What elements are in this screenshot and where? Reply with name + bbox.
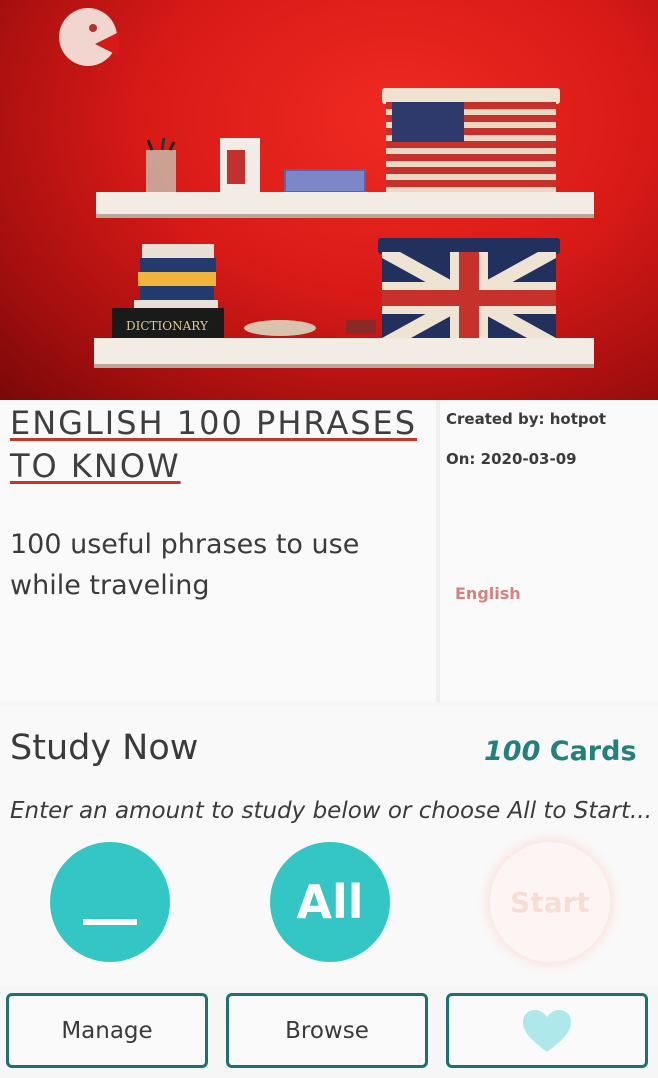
postcard [220, 138, 260, 192]
heart-icon [523, 1009, 571, 1052]
card-count-number: 100 [484, 736, 541, 767]
favorite-button[interactable] [446, 993, 648, 1068]
study-now-heading: Study Now [10, 728, 199, 768]
book-spine-text: DICTIONARY [126, 319, 209, 333]
amount-placeholder-dash [83, 919, 137, 925]
study-all-button[interactable]: All [270, 842, 390, 962]
small-box [346, 320, 376, 334]
upper-shelf [96, 192, 594, 216]
study-amount-input[interactable] [50, 842, 170, 962]
study-hint: Enter an amount to study below or choose… [10, 798, 652, 824]
logo-icon [59, 8, 119, 66]
start-button[interactable]: Start [490, 842, 610, 962]
union-jack-box [378, 238, 560, 344]
american-flag-box [382, 88, 560, 192]
study-section: Study Now 100 Cards Enter an amount to s… [0, 706, 658, 986]
book-stack: DICTIONARY [112, 244, 224, 338]
deck-cover-image: DICTIONARY [0, 0, 658, 400]
deck-info-panel: ENGLISH 100 PHRASES TO KNOW 100 useful p… [0, 400, 658, 702]
card-count-label: Cards [540, 736, 637, 767]
pencil-cup [146, 137, 176, 192]
deck-actions-bar: Manage Browse [0, 990, 658, 1078]
created-on-date: On: 2020-03-09 [446, 450, 577, 468]
deck-description: 100 useful phrases to use while travelin… [10, 529, 360, 601]
deck-summary: ENGLISH 100 PHRASES TO KNOW 100 useful p… [0, 400, 440, 702]
card-count: 100 Cards [484, 736, 637, 767]
lower-shelf [94, 338, 594, 366]
small-plate [244, 320, 316, 336]
deck-title: ENGLISH 100 PHRASES TO KNOW [10, 404, 418, 485]
manage-button[interactable]: Manage [6, 993, 208, 1068]
browse-button[interactable]: Browse [226, 993, 428, 1068]
created-by: Created by: hotpot [446, 410, 607, 428]
language-tag[interactable]: English [455, 584, 521, 603]
small-basket [284, 169, 366, 193]
